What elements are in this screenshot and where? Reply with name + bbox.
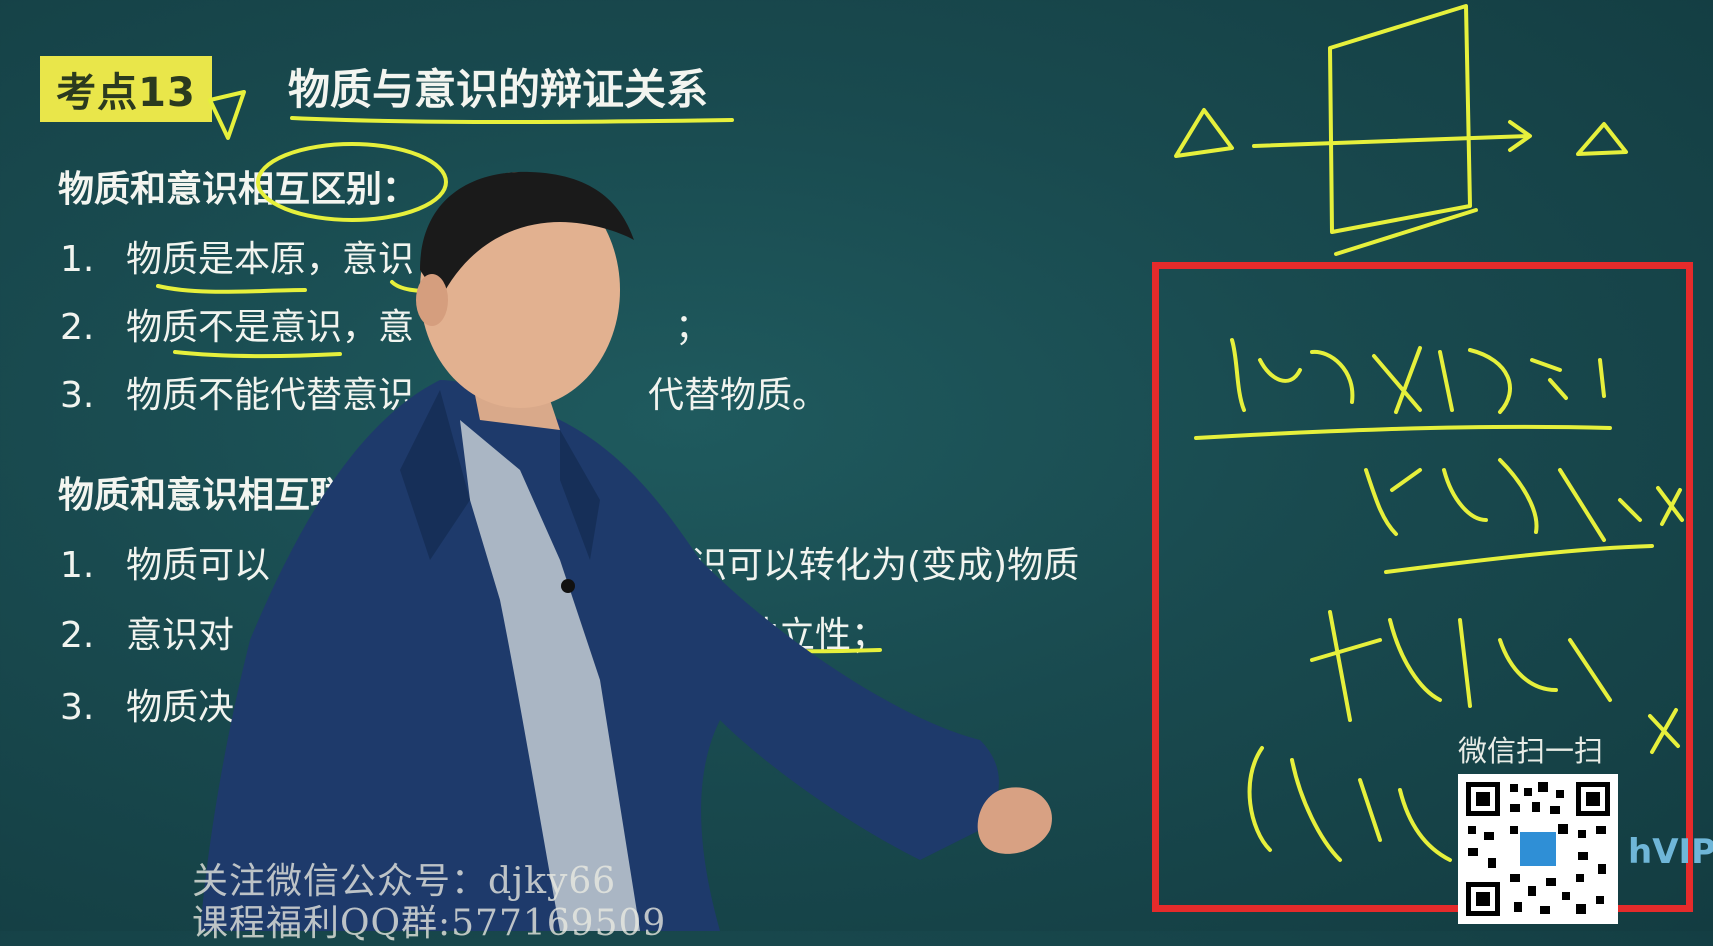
qr-caption: 微信扫一扫	[1458, 734, 1604, 768]
brand-logo-fragment: hVIP	[1628, 832, 1713, 872]
qr-logo-icon	[1520, 832, 1556, 866]
chalkboard-background: 考点13 物质与意识的辩证关系 物质和意识相互区别： 1. 物质是本原，意识 2.…	[0, 0, 1713, 944]
watermark-qq: 课程福利QQ群:577169509	[192, 903, 667, 944]
qr-code[interactable]	[1458, 774, 1618, 924]
